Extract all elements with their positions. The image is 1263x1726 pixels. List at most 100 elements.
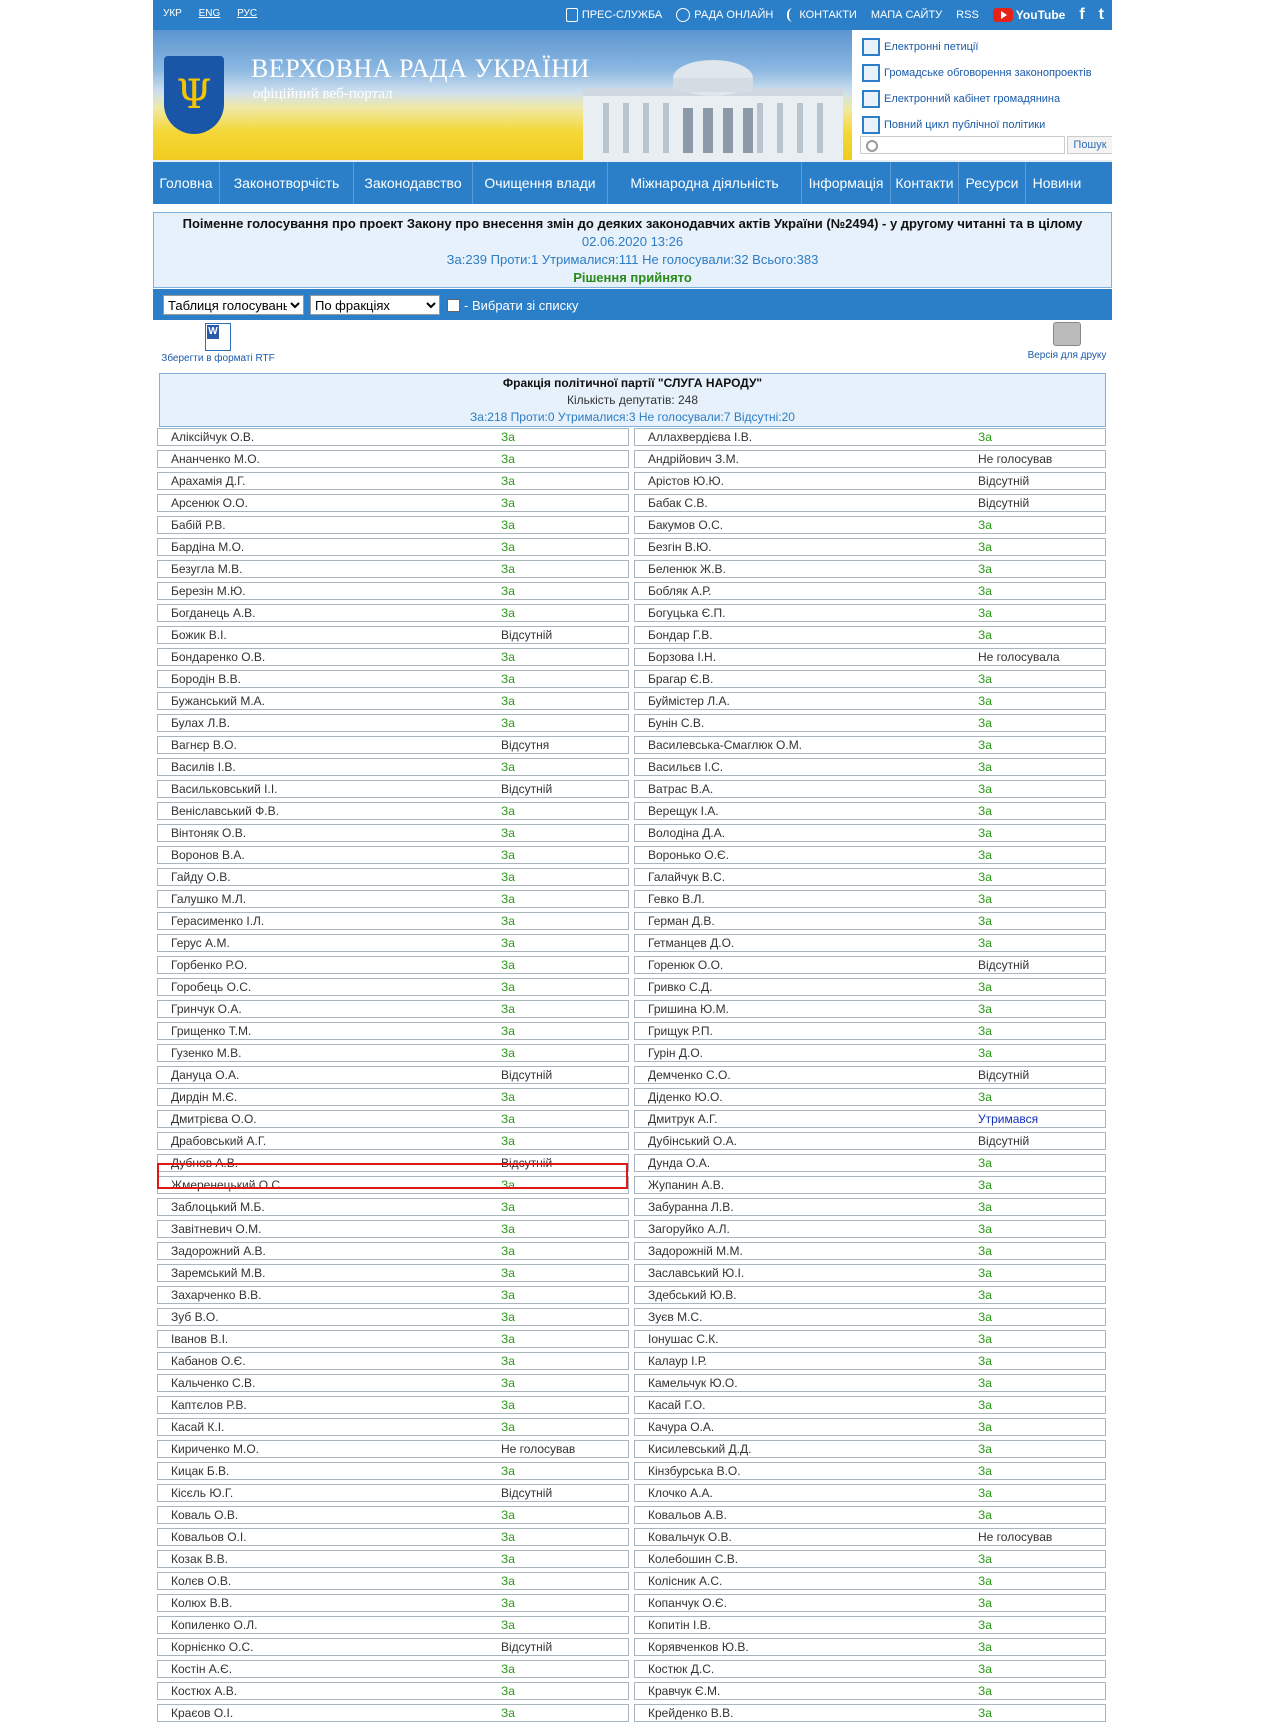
deputy-name[interactable]: Верещук І.А.: [648, 804, 719, 818]
deputy-name[interactable]: Гришина Ю.М.: [648, 1002, 729, 1016]
deputy-name[interactable]: Брагар Є.В.: [648, 672, 713, 686]
group-select[interactable]: По фракціях: [310, 295, 440, 315]
deputy-name[interactable]: Колюх В.В.: [171, 1596, 232, 1610]
deputy-name[interactable]: Дануца О.А.: [171, 1068, 239, 1082]
deputy-name[interactable]: Кабанов О.Є.: [171, 1354, 246, 1368]
rss-link[interactable]: RSS: [956, 9, 979, 21]
deputy-name[interactable]: Герман Д.В.: [648, 914, 715, 928]
search-button[interactable]: Пошук: [1067, 136, 1112, 154]
deputy-name[interactable]: Ковальчук О.В.: [648, 1530, 732, 1544]
nav-international[interactable]: Міжнародна діяльність: [608, 162, 802, 204]
deputy-name[interactable]: Дирдін М.Є.: [171, 1090, 237, 1104]
deputy-name[interactable]: Горбенко Р.О.: [171, 958, 247, 972]
deputy-name[interactable]: Задорожний А.В.: [171, 1244, 266, 1258]
deputy-name[interactable]: Горобець О.С.: [171, 980, 251, 994]
deputy-name[interactable]: Крейденко В.В.: [648, 1706, 733, 1720]
lang-eng[interactable]: ENG: [199, 8, 221, 19]
deputy-name[interactable]: Арсенюк О.О.: [171, 496, 248, 510]
deputy-name[interactable]: Дунда О.А.: [648, 1156, 710, 1170]
deputy-name[interactable]: Зуб В.О.: [171, 1310, 219, 1324]
twitter-icon[interactable]: t: [1099, 6, 1104, 24]
deputy-name[interactable]: Беленюк Ж.В.: [648, 562, 726, 576]
deputy-name[interactable]: Васильковський І.І.: [171, 782, 278, 796]
deputy-name[interactable]: Жупанин А.В.: [648, 1178, 724, 1192]
deputy-name[interactable]: Каптєлов Р.В.: [171, 1398, 247, 1412]
deputy-name[interactable]: Борзова І.Н.: [648, 650, 716, 664]
lang-rus[interactable]: РУС: [237, 8, 257, 19]
deputy-name[interactable]: Васильєв І.С.: [648, 760, 723, 774]
deputy-name[interactable]: Ватрас В.А.: [648, 782, 713, 796]
deputy-name[interactable]: Ковальов А.В.: [648, 1508, 727, 1522]
nav-resources[interactable]: Ресурси: [959, 162, 1026, 204]
deputy-name[interactable]: Ковальов О.І.: [171, 1530, 247, 1544]
deputy-name[interactable]: Булах Л.В.: [171, 716, 230, 730]
citizen-cabinet-link[interactable]: Електронний кабінет громадянина: [862, 86, 1107, 112]
site-title[interactable]: ВЕРХОВНА РАДА УКРАЇНИ: [251, 54, 590, 84]
deputy-name[interactable]: Камельчук Ю.О.: [648, 1376, 738, 1390]
deputy-name[interactable]: Драбовський А.Г.: [171, 1134, 266, 1148]
deputy-name[interactable]: Дмитрук А.Г.: [648, 1112, 717, 1126]
deputy-name[interactable]: Галушко М.Л.: [171, 892, 246, 906]
deputy-name[interactable]: Буймістер Л.А.: [648, 694, 730, 708]
deputy-name[interactable]: Богуцька Є.П.: [648, 606, 726, 620]
choose-from-list[interactable]: - Вибрати зі списку: [447, 298, 578, 313]
deputy-name[interactable]: Кириченко М.О.: [171, 1442, 259, 1456]
trident-emblem-icon[interactable]: Ψ: [164, 56, 224, 134]
deputy-name[interactable]: Арахамія Д.Г.: [171, 474, 245, 488]
nav-news[interactable]: Новини: [1026, 162, 1088, 204]
public-policy-link[interactable]: Повний цикл публічної політики: [862, 112, 1107, 138]
deputy-name[interactable]: Заремський М.В.: [171, 1266, 265, 1280]
nav-lawmaking[interactable]: Законотворчість: [220, 162, 354, 204]
deputy-name[interactable]: Герус А.М.: [171, 936, 230, 950]
deputy-name[interactable]: Вінтоняк О.В.: [171, 826, 246, 840]
deputy-name[interactable]: Зуєв М.С.: [648, 1310, 702, 1324]
deputy-name[interactable]: Андрійович З.М.: [648, 452, 739, 466]
deputy-name[interactable]: Безугла М.В.: [171, 562, 242, 576]
deputy-name[interactable]: Гринчук О.А.: [171, 1002, 242, 1016]
deputy-name[interactable]: Гайду О.В.: [171, 870, 231, 884]
deputy-name[interactable]: Забуранна Л.В.: [648, 1200, 734, 1214]
press-link[interactable]: ПРЕС-СЛУЖБА: [565, 8, 662, 22]
deputy-name[interactable]: Краєов О.І.: [171, 1706, 233, 1720]
deputy-name[interactable]: Здебський Ю.В.: [648, 1288, 737, 1302]
nav-contacts[interactable]: Контакти: [891, 162, 959, 204]
deputy-name[interactable]: Вагнєр В.О.: [171, 738, 237, 752]
deputy-name[interactable]: Копиленко О.Л.: [171, 1618, 257, 1632]
facebook-icon[interactable]: f: [1079, 6, 1084, 24]
deputy-name[interactable]: Ананченко М.О.: [171, 452, 260, 466]
deputy-name[interactable]: Костюк Д.С.: [648, 1662, 714, 1676]
deputy-name[interactable]: Копанчук О.Є.: [648, 1596, 727, 1610]
deputy-name[interactable]: Іванов В.І.: [171, 1332, 228, 1346]
deputy-name[interactable]: Клочко А.А.: [648, 1486, 713, 1500]
deputy-name[interactable]: Кицак Б.В.: [171, 1464, 229, 1478]
nav-legislation[interactable]: Законодавство: [354, 162, 473, 204]
deputy-name[interactable]: Грищенко Т.М.: [171, 1024, 251, 1038]
deputy-name[interactable]: Кравчук Є.М.: [648, 1684, 720, 1698]
print-version-link[interactable]: Версія для друку: [1022, 322, 1112, 361]
deputy-name[interactable]: Божик В.І.: [171, 628, 227, 642]
deputy-name[interactable]: Корявченков Ю.В.: [648, 1640, 749, 1654]
deputy-name[interactable]: Бондар Г.В.: [648, 628, 713, 642]
lang-ukr[interactable]: УКР: [163, 8, 182, 19]
search-input[interactable]: [860, 136, 1065, 154]
deputy-name[interactable]: Заславський Ю.І.: [648, 1266, 744, 1280]
deputy-name[interactable]: Арістов Ю.Ю.: [648, 474, 724, 488]
deputy-name[interactable]: Гевко В.Л.: [648, 892, 705, 906]
deputy-name[interactable]: Гузенко М.В.: [171, 1046, 241, 1060]
deputy-name[interactable]: Задорожній М.М.: [648, 1244, 743, 1258]
deputy-name[interactable]: Безгін В.Ю.: [648, 540, 712, 554]
online-link[interactable]: РАДА ОНЛАЙН: [676, 8, 773, 22]
nav-lustration[interactable]: Очищення влади: [473, 162, 608, 204]
deputy-name[interactable]: Кінзбурська В.О.: [648, 1464, 741, 1478]
deputy-name[interactable]: Бакумов О.С.: [648, 518, 723, 532]
deputy-name[interactable]: Воронов В.А.: [171, 848, 245, 862]
deputy-name[interactable]: Завітневич О.М.: [171, 1222, 261, 1236]
deputy-name[interactable]: Захарченко В.В.: [171, 1288, 262, 1302]
deputy-name[interactable]: Герасименко І.Л.: [171, 914, 264, 928]
deputy-name[interactable]: Кальченко С.В.: [171, 1376, 255, 1390]
deputy-name[interactable]: Бородін В.В.: [171, 672, 241, 686]
deputy-name[interactable]: Бабій Р.В.: [171, 518, 226, 532]
deputy-name[interactable]: Іонушас С.К.: [648, 1332, 719, 1346]
deputy-name[interactable]: Калаур І.Р.: [648, 1354, 707, 1368]
e-petitions-link[interactable]: Електронні петиції: [862, 34, 1107, 60]
